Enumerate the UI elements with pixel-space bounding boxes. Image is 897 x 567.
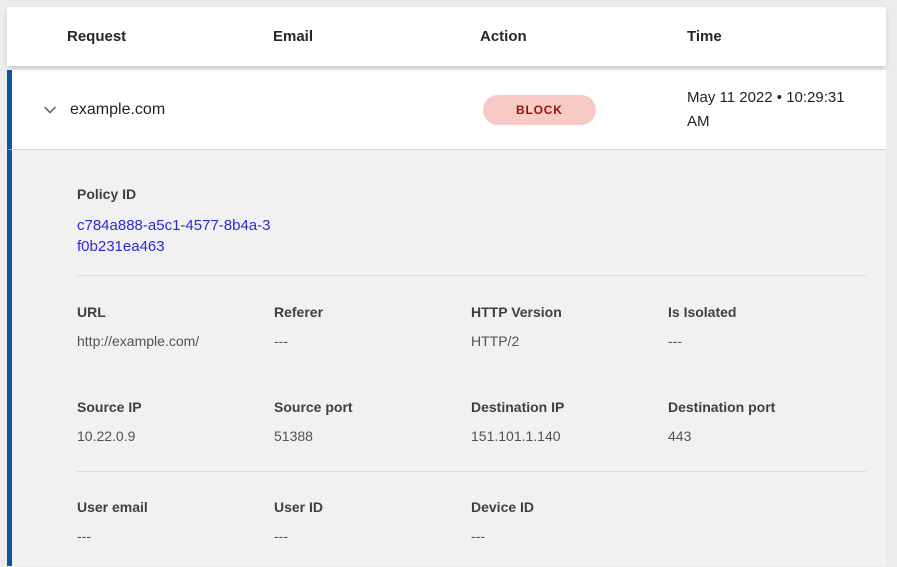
field-destination-port: Destination port 443 — [668, 399, 865, 444]
field-label: Device ID — [471, 499, 668, 515]
chevron-down-icon[interactable] — [42, 102, 58, 118]
field-label: Referer — [274, 304, 471, 320]
column-header-action: Action — [480, 28, 687, 45]
field-label: URL — [77, 304, 274, 320]
field-value: 443 — [668, 428, 865, 444]
field-destination-ip: Destination IP 151.101.1.140 — [471, 399, 668, 444]
field-empty — [668, 499, 865, 544]
log-table-card: Request Email Action Time example.com BL… — [7, 7, 886, 566]
field-value: 151.101.1.140 — [471, 428, 668, 444]
field-value: http://example.com/ — [77, 333, 274, 349]
field-value: --- — [668, 333, 865, 349]
action-cell: BLOCK — [480, 95, 687, 125]
policy-id-link[interactable]: c784a888-a5c1-4577-8b4a-3f0b231ea463 — [77, 215, 274, 257]
field-url: URL http://example.com/ — [77, 304, 274, 349]
field-http-version: HTTP Version HTTP/2 — [471, 304, 668, 349]
field-value: --- — [274, 528, 471, 544]
field-source-port: Source port 51388 — [274, 399, 471, 444]
field-user-email: User email --- — [77, 499, 274, 544]
field-label: User email — [77, 499, 274, 515]
field-label: Destination IP — [471, 399, 668, 415]
table-header-row: Request Email Action Time — [7, 7, 886, 66]
column-header-time: Time — [687, 28, 886, 45]
field-value: --- — [274, 333, 471, 349]
column-header-email: Email — [273, 28, 480, 45]
field-value: --- — [77, 528, 274, 544]
policy-id-label: Policy ID — [77, 186, 274, 202]
row-detail-panel: Policy ID c784a888-a5c1-4577-8b4a-3f0b23… — [7, 149, 886, 566]
field-value: HTTP/2 — [471, 333, 668, 349]
field-label: HTTP Version — [471, 304, 668, 320]
field-user-id: User ID --- — [274, 499, 471, 544]
field-device-id: Device ID --- — [471, 499, 668, 544]
divider — [77, 275, 866, 276]
column-header-request: Request — [67, 28, 273, 45]
policy-field: Policy ID c784a888-a5c1-4577-8b4a-3f0b23… — [77, 186, 274, 257]
time-cell: May 11 2022 • 10:29:31 AM — [687, 86, 877, 134]
field-label: Destination port — [668, 399, 865, 415]
field-is-isolated: Is Isolated --- — [668, 304, 865, 349]
policy-section: Policy ID c784a888-a5c1-4577-8b4a-3f0b23… — [77, 186, 866, 257]
request-cell: example.com — [12, 101, 480, 119]
field-value: 10.22.0.9 — [77, 428, 274, 444]
detail-row-http: URL http://example.com/ Referer --- HTTP… — [77, 304, 866, 349]
table-row[interactable]: example.com BLOCK May 11 2022 • 10:29:31… — [7, 70, 886, 149]
detail-row-network: Source IP 10.22.0.9 Source port 51388 De… — [77, 399, 866, 444]
field-label: Source port — [274, 399, 471, 415]
block-status-badge: BLOCK — [483, 95, 596, 125]
field-source-ip: Source IP 10.22.0.9 — [77, 399, 274, 444]
field-label: Is Isolated — [668, 304, 865, 320]
request-domain: example.com — [70, 101, 165, 119]
field-value: 51388 — [274, 428, 471, 444]
divider — [77, 471, 866, 472]
field-label: User ID — [274, 499, 471, 515]
field-label: Source IP — [77, 399, 274, 415]
field-referer: Referer --- — [274, 304, 471, 349]
field-value: --- — [471, 528, 668, 544]
detail-row-user: User email --- User ID --- Device ID --- — [77, 499, 866, 544]
